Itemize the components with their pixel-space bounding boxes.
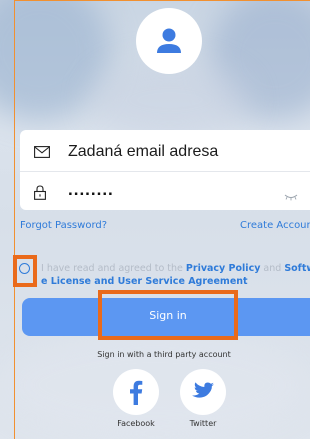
agreement-radio[interactable]: [19, 263, 30, 274]
frame-border: [14, 0, 15, 439]
twitter-label: Twitter: [189, 419, 217, 428]
agreement-text: I have read and agreed to the Privacy Po…: [41, 262, 310, 288]
agreement-prefix: I have read and agreed to the: [41, 263, 186, 274]
privacy-policy-link[interactable]: Privacy Policy: [186, 263, 260, 274]
agreement-and: and: [260, 263, 285, 274]
sign-in-label[interactable]: Sign in: [98, 290, 238, 340]
eye-closed-icon[interactable]: [284, 186, 298, 205]
lock-icon: [34, 184, 50, 200]
twitter-button[interactable]: [180, 369, 226, 415]
password-value[interactable]: ........: [68, 180, 114, 200]
login-screen: Zadaná email adresa ........ Forgot Pass…: [0, 0, 310, 439]
password-field[interactable]: ........: [20, 172, 310, 212]
twitter-icon: [192, 382, 214, 398]
forgot-password-link[interactable]: Forgot Password?: [20, 220, 107, 231]
email-field[interactable]: Zadaná email adresa: [20, 132, 310, 172]
software-license-link[interactable]: Softwar: [284, 263, 310, 274]
facebook-label: Facebook: [117, 419, 155, 428]
credentials-card: Zadaná email adresa ........: [20, 130, 310, 210]
facebook-button[interactable]: [113, 369, 159, 415]
frame-border: [14, 0, 310, 1]
email-value[interactable]: Zadaná email adresa: [68, 143, 218, 161]
third-party-heading: Sign in with a third party account: [97, 350, 231, 359]
mail-icon: [34, 144, 50, 160]
user-icon: [157, 28, 181, 53]
facebook-icon: [130, 380, 143, 405]
create-account-link[interactable]: Create Accoun: [240, 220, 310, 231]
avatar: [136, 8, 202, 74]
software-license-link-continued[interactable]: e License and User Service Agreement: [41, 276, 248, 287]
